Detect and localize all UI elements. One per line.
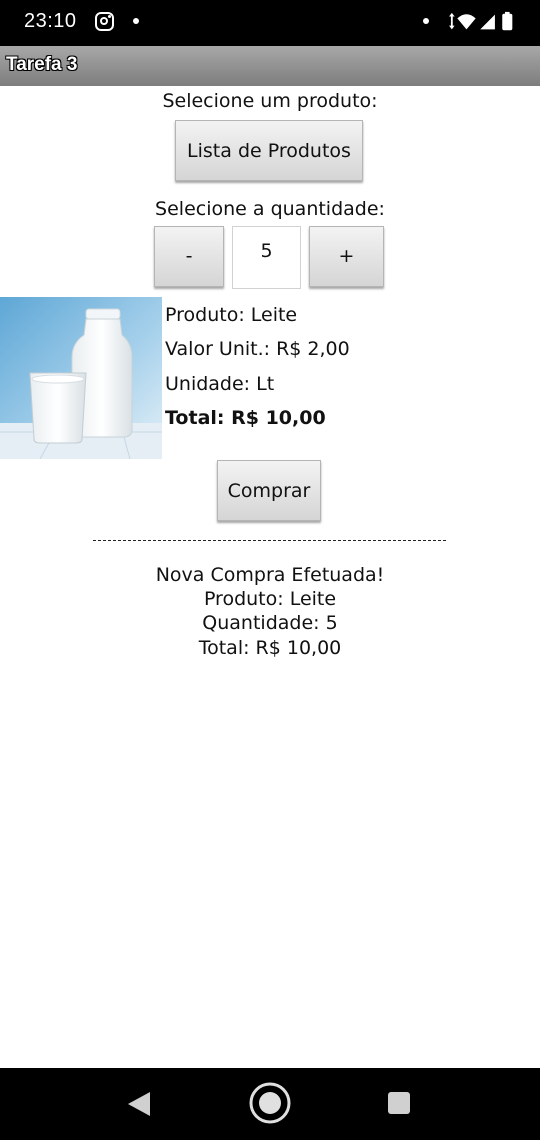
- wifi-icon: [457, 14, 476, 30]
- total-text: Total: R$ 10,00: [165, 407, 326, 429]
- status-time: 23:10: [24, 10, 77, 32]
- unit-text: Unidade: Lt: [165, 373, 275, 395]
- summary-total-text: Total: R$ 10,00: [198, 637, 342, 659]
- increase-quantity-button[interactable]: +: [309, 226, 384, 287]
- back-icon[interactable]: [128, 1092, 150, 1116]
- milk-image-icon: [0, 297, 162, 459]
- summary-quantity-text: Quantidade: 5: [202, 612, 338, 634]
- recents-icon[interactable]: [388, 1092, 410, 1114]
- product-image: [0, 297, 162, 459]
- title-bar: Tarefa 3: [0, 46, 540, 86]
- unit-price-text: Valor Unit.: R$ 2,00: [165, 338, 350, 360]
- decrease-quantity-button[interactable]: -: [154, 226, 224, 287]
- home-icon[interactable]: [249, 1082, 291, 1124]
- buy-button[interactable]: Comprar: [217, 460, 321, 521]
- product-name-text: Produto: Leite: [165, 304, 298, 326]
- app-title: Tarefa 3: [6, 54, 78, 75]
- battery-icon: [502, 11, 513, 31]
- signal-icon: [480, 14, 495, 30]
- status-bar: 23:10: [0, 0, 540, 46]
- data-arrows-icon: [449, 12, 455, 30]
- separator-line: [93, 540, 446, 541]
- select-quantity-label: Selecione a quantidade:: [155, 198, 385, 220]
- purchase-confirmation-title: Nova Compra Efetuada!: [155, 564, 385, 586]
- navigation-bar: [0, 1068, 540, 1140]
- quantity-field[interactable]: 5: [232, 226, 301, 289]
- notification-dot-icon: [133, 18, 139, 24]
- product-list-button[interactable]: Lista de Produtos: [175, 120, 363, 181]
- summary-product-text: Produto: Leite: [203, 588, 337, 610]
- select-product-label: Selecione um produto:: [162, 90, 378, 112]
- status-dot-icon: [423, 18, 429, 24]
- system-status-icons: [449, 11, 513, 31]
- instagram-icon: [95, 12, 114, 31]
